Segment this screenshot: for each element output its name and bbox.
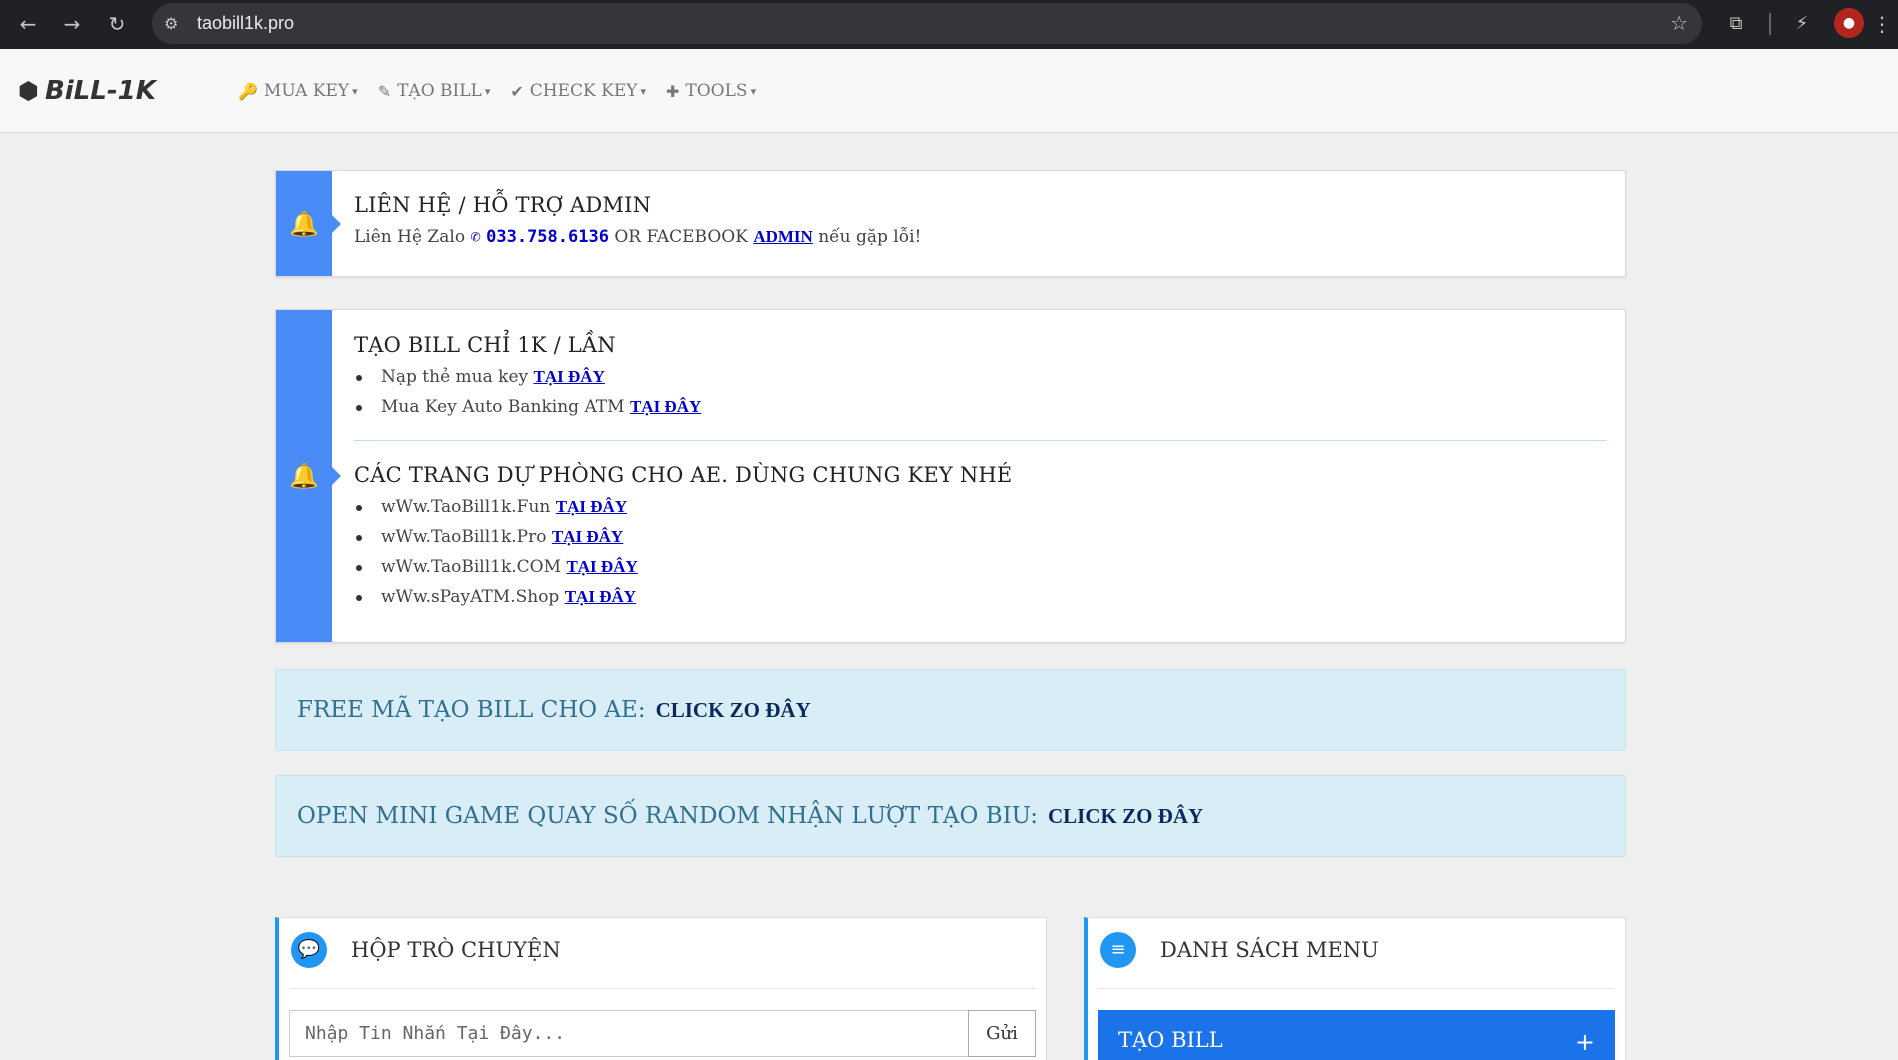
tai-day-link[interactable]: TẠI ĐÂY — [556, 497, 627, 516]
forward-icon[interactable]: → — [56, 8, 88, 40]
divider — [289, 988, 1036, 989]
chevron-down-icon: ▾ — [484, 84, 491, 98]
accordion-label: TẠO BILL — [1118, 1028, 1223, 1052]
brand-name: BiLL-1K — [44, 76, 156, 106]
divider — [1098, 988, 1615, 989]
menu-label: TOOLS — [685, 81, 748, 101]
list-item: wWw.TaoBill1k.COM TẠI ĐÂY — [354, 552, 1607, 582]
menu-tao-bill[interactable]: ✎ TẠO BILL ▾ — [378, 81, 491, 101]
backup-title: CÁC TRANG DỰ PHÒNG CHO AE. DÙNG CHUNG KE… — [354, 463, 1013, 487]
site-navbar: ⬢ BiLL-1K 🔑 MUA KEY ▾ ✎ TẠO BILL ▾ ✔ CHEC… — [0, 49, 1898, 133]
menu-label: MUA KEY — [263, 81, 350, 101]
chevron-down-icon: ▾ — [352, 84, 358, 98]
item-text: wWw.TaoBill1k.Fun — [381, 497, 551, 517]
menu-list-title: DANH SÁCH MENU — [1160, 938, 1379, 962]
bill-card: 🔔 TẠO BILL CHỈ 1K / LẦN Nạp thẻ mua key … — [275, 309, 1626, 643]
bookmark-star-icon[interactable]: ☆ — [1670, 3, 1688, 44]
contact-prefix: Liên Hệ Zalo — [354, 227, 466, 247]
chevron-down-icon: ▾ — [750, 84, 757, 98]
tai-day-link[interactable]: TẠI ĐÂY — [552, 527, 623, 546]
menu-list-panel: ≡ DANH SÁCH MENU TẠO BILL + — [1084, 917, 1626, 1060]
browser-menu-icon[interactable]: ⋮ — [1872, 8, 1892, 40]
contact-middle: OR FACEBOOK — [614, 227, 748, 247]
menu-check-key[interactable]: ✔ CHECK KEY ▾ — [510, 81, 646, 101]
chat-bubble-icon: 💬 — [291, 932, 327, 968]
tai-day-link[interactable]: TẠI ĐÂY — [630, 397, 701, 416]
menu-label: TẠO BILL — [397, 81, 482, 101]
chat-panel: 💬 HỘP TRÒ CHUYỆN Nhập Tin Nhắn Tại Đây..… — [275, 917, 1047, 1060]
contact-card: 🔔 LIÊN HỆ / HỖ TRỢ ADMIN Liên Hệ Zalo ✆ … — [275, 170, 1626, 277]
back-icon[interactable]: ← — [12, 8, 44, 40]
menu-mua-key[interactable]: 🔑 MUA KEY ▾ — [238, 81, 358, 101]
chevron-down-icon: ▾ — [640, 84, 646, 98]
phone-icon: ✆ — [470, 227, 481, 247]
menu-tao-bill-accordion[interactable]: TẠO BILL + — [1098, 1010, 1615, 1060]
bell-icon: 🔔 — [276, 310, 341, 642]
bill-title: TẠO BILL CHỈ 1K / LẦN — [354, 333, 616, 357]
list-item: Mua Key Auto Banking ATM TẠI ĐÂY — [354, 392, 1607, 422]
plus-icon: ✚ — [666, 81, 680, 101]
cube-icon: ⬢ — [18, 77, 39, 105]
url-text[interactable]: taobill1k.pro — [197, 3, 294, 44]
admin-link[interactable]: ADMIN — [753, 227, 813, 246]
chat-title: HỘP TRÒ CHUYỆN — [351, 938, 561, 962]
key-icon: 🔑 — [238, 81, 258, 101]
browser-toolbar: ← → ↻ ⚙ taobill1k.pro ☆ ⧉ ⚡ ● ⋮ — [0, 0, 1898, 49]
menu-tools[interactable]: ✚ TOOLS ▾ — [666, 81, 756, 101]
item-text: wWw.TaoBill1k.COM — [381, 557, 562, 577]
click-zo-day-link[interactable]: CLICK ZO ĐÂY — [1048, 804, 1203, 829]
list-item: Nạp thẻ mua key TẠI ĐÂY — [354, 362, 1607, 392]
tai-day-link[interactable]: TẠI ĐÂY — [566, 557, 637, 576]
phone-number[interactable]: 033.758.6136 — [486, 227, 609, 247]
main-menu: 🔑 MUA KEY ▾ ✎ TẠO BILL ▾ ✔ CHECK KEY ▾ ✚… — [238, 49, 776, 133]
contact-suffix: nếu gặp lỗi! — [818, 227, 922, 247]
list-item: wWw.sPayATM.Shop TẠI ĐÂY — [354, 582, 1607, 612]
divider — [354, 440, 1607, 441]
item-text: wWw.sPayATM.Shop — [381, 587, 560, 607]
plus-icon: + — [1574, 1028, 1595, 1056]
menu-label: CHECK KEY — [529, 81, 638, 101]
alert-text: OPEN MINI GAME QUAY SỐ RANDOM NHẬN LƯỢT … — [297, 803, 1038, 829]
backup-list: wWw.TaoBill1k.Fun TẠI ĐÂY wWw.TaoBill1k.… — [354, 492, 1607, 612]
bill-list: Nạp thẻ mua key TẠI ĐÂY Mua Key Auto Ban… — [354, 362, 1607, 422]
edit-icon: ✎ — [377, 81, 392, 101]
item-text: Mua Key Auto Banking ATM — [381, 397, 625, 417]
bell-icon: 🔔 — [276, 171, 341, 276]
list-item: wWw.TaoBill1k.Fun TẠI ĐÂY — [354, 492, 1607, 522]
list-item: wWw.TaoBill1k.Pro TẠI ĐÂY — [354, 522, 1607, 552]
click-zo-day-link[interactable]: CLICK ZO ĐÂY — [656, 698, 811, 723]
item-text: Nạp thẻ mua key — [381, 367, 529, 387]
contact-line: Liên Hệ Zalo ✆ 033.758.6136 OR FACEBOOK … — [354, 227, 1607, 247]
performance-icon[interactable]: ⚡ — [1786, 8, 1818, 40]
toolbar-separator — [1769, 13, 1771, 35]
extensions-icon[interactable]: ⧉ — [1720, 8, 1752, 40]
tai-day-link[interactable]: TẠI ĐÂY — [534, 367, 605, 386]
reload-icon[interactable]: ↻ — [101, 8, 133, 40]
list-icon: ≡ — [1100, 932, 1136, 968]
free-code-alert: FREE MÃ TẠO BILL CHO AE: CLICK ZO ĐÂY — [275, 669, 1626, 751]
contact-title: LIÊN HỆ / HỖ TRỢ ADMIN — [354, 193, 652, 217]
tai-day-link[interactable]: TẠI ĐÂY — [565, 587, 636, 606]
mini-game-alert: OPEN MINI GAME QUAY SỐ RANDOM NHẬN LƯỢT … — [275, 775, 1626, 857]
alert-text: FREE MÃ TẠO BILL CHO AE: — [297, 697, 646, 723]
profile-avatar[interactable]: ● — [1834, 8, 1864, 38]
item-text: wWw.TaoBill1k.Pro — [381, 527, 547, 547]
chat-message-input[interactable]: Nhập Tin Nhắn Tại Đây... — [289, 1010, 968, 1057]
brand-logo[interactable]: ⬢ BiLL-1K — [18, 49, 156, 133]
site-settings-icon[interactable]: ⚙ — [164, 3, 178, 44]
check-icon: ✔ — [510, 81, 524, 101]
address-bar[interactable]: ⚙ taobill1k.pro ☆ — [152, 3, 1702, 44]
send-button[interactable]: Gửi — [968, 1010, 1036, 1057]
